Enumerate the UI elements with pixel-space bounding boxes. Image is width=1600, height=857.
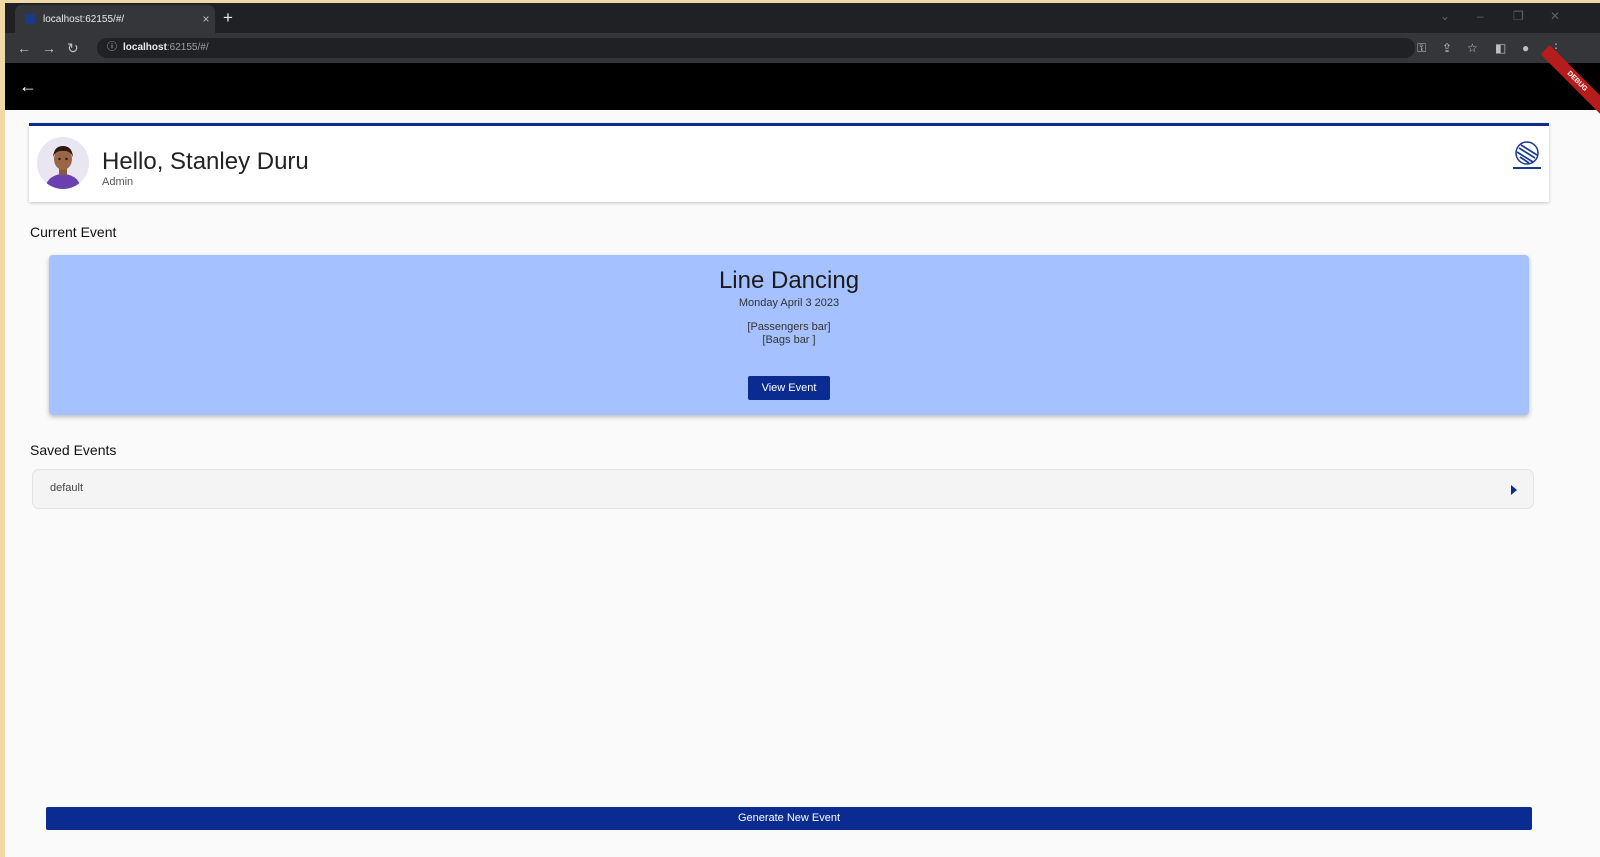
- saved-events-heading: Saved Events: [30, 442, 117, 458]
- key-icon[interactable]: ⚿: [1417, 39, 1426, 57]
- greeting-title: Hello, Stanley Duru: [102, 148, 309, 175]
- back-icon[interactable]: ←: [17, 39, 31, 57]
- star-icon[interactable]: ☆: [1467, 39, 1478, 57]
- passengers-bar-placeholder: [Passengers bar]: [747, 321, 831, 333]
- app-bar: ← DEBUG: [5, 45, 1600, 118]
- company-logo-icon: [1511, 140, 1543, 172]
- current-event-card: Line Dancing Monday April 3 2023 [Passen…: [49, 255, 1529, 415]
- event-name: Line Dancing: [718, 267, 860, 294]
- tab-strip: localhost:62155/#/ × + ⌄ – ❐ ✕: [5, 3, 1600, 33]
- url-host: localhost: [123, 42, 167, 53]
- profile-header-card: Hello, Stanley Duru Admin: [29, 123, 1549, 202]
- saved-event-item[interactable]: default: [32, 469, 1534, 509]
- favicon-icon: [25, 14, 35, 24]
- browser-tab[interactable]: localhost:62155/#/ ×: [15, 5, 215, 33]
- restore-icon[interactable]: ❐: [1513, 9, 1524, 23]
- user-role: Admin: [102, 176, 134, 188]
- bags-bar-placeholder: [Bags bar ]: [762, 334, 816, 346]
- tab-close-icon[interactable]: ×: [197, 12, 215, 26]
- minimize-icon[interactable]: –: [1477, 9, 1484, 23]
- share-icon[interactable]: ⇪: [1442, 39, 1452, 57]
- generate-new-event-button[interactable]: Generate New Event: [46, 807, 1532, 830]
- close-window-icon[interactable]: ✕: [1550, 9, 1560, 23]
- site-info-icon[interactable]: ⓘ: [107, 38, 117, 58]
- tab-search-icon[interactable]: ⌄: [1440, 9, 1450, 23]
- url-path: :62155/#/: [166, 42, 209, 53]
- back-arrow-icon[interactable]: ←: [19, 74, 37, 98]
- current-event-heading: Current Event: [30, 224, 117, 240]
- new-tab-button[interactable]: +: [223, 7, 233, 29]
- view-event-button[interactable]: View Event: [748, 376, 830, 400]
- event-date: Monday April 3 2023: [738, 297, 840, 309]
- address-bar[interactable]: ⓘ localhost:62155/#/: [97, 38, 1415, 58]
- reload-icon[interactable]: ↻: [67, 39, 79, 57]
- sidepanel-icon[interactable]: ◧: [1495, 39, 1506, 57]
- person-avatar-icon: [46, 146, 80, 189]
- profile-icon[interactable]: ●: [1522, 39, 1529, 57]
- tab-title: localhost:62155/#/: [43, 13, 125, 25]
- avatar[interactable]: [37, 137, 89, 189]
- browser-window: localhost:62155/#/ × + ⌄ – ❐ ✕ ← → ↻ ⓘ lo…: [5, 3, 1600, 857]
- saved-event-label: default: [50, 482, 84, 494]
- expand-arrow-icon[interactable]: [1511, 485, 1517, 495]
- forward-icon[interactable]: →: [42, 39, 56, 57]
- browser-toolbar: ← → ↻ ⓘ localhost:62155/#/ ⚿ ⇪ ☆ ◧ ● ⋮: [5, 33, 1600, 63]
